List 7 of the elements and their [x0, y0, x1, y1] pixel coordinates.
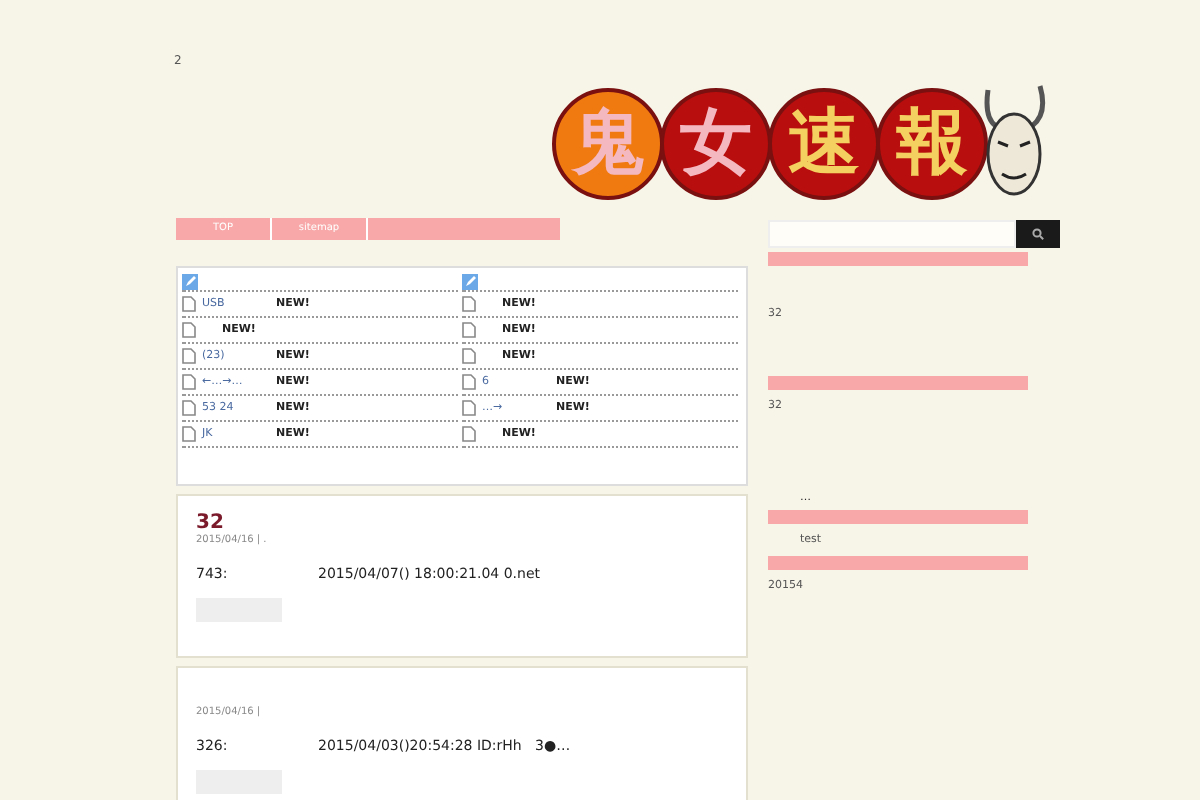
article-title[interactable]: 32: [196, 512, 224, 534]
search-icon: [1032, 228, 1044, 240]
search-button[interactable]: [1016, 220, 1060, 248]
search-field[interactable]: [768, 220, 1016, 248]
pencil-icon: [182, 273, 198, 289]
site-logo[interactable]: 鬼 女 速 報: [556, 82, 1048, 206]
pencil-icon: [462, 273, 478, 289]
